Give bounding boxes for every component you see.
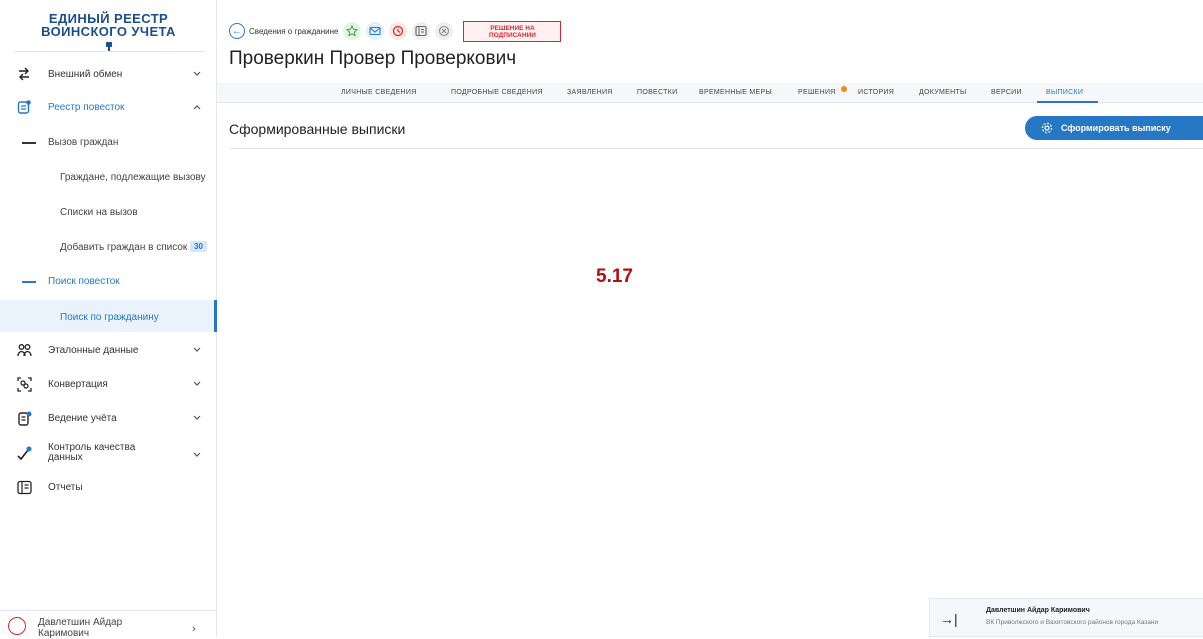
exchange-arrows-icon: [16, 66, 32, 82]
user-avatar-icon: [8, 617, 26, 635]
quality-check-icon: [16, 445, 32, 461]
sidebar-item-label: Внешний обмен: [48, 68, 123, 80]
mail-icon[interactable]: [366, 22, 385, 40]
sidebar-item-citizens-to-call[interactable]: Граждане, подлежащие вызову: [60, 172, 206, 183]
generate-statement-button[interactable]: Сформировать выписку: [1025, 116, 1203, 140]
sidebar-item-data-quality[interactable]: Контроль качества данных: [0, 442, 217, 464]
tab-personal-info[interactable]: ЛИЧНЫЕ СВЕДЕНИЯ: [341, 89, 417, 96]
dash-icon: [22, 281, 36, 283]
user-profile[interactable]: Давлетшин Айдар Каримович ›: [0, 610, 217, 639]
active-tab-indicator: [1037, 101, 1098, 103]
sidebar-item-conversion[interactable]: Конвертация: [0, 376, 217, 392]
sidebar-item-label: Реестр повесток: [48, 101, 125, 113]
people-group-icon: [16, 342, 32, 358]
tab-detailed-info[interactable]: ПОДРОБНЫЕ СВЕДЕНИЯ: [451, 89, 543, 96]
tab-bar: ЛИЧНЫЕ СВЕДЕНИЯ ПОДРОБНЫЕ СВЕДЕНИЯ ЗАЯВЛ…: [217, 83, 1203, 103]
clock-icon[interactable]: [389, 22, 408, 40]
section-title: Сформированные выписки: [229, 121, 406, 137]
ledger-icon: [16, 410, 32, 426]
brand-divider: [14, 51, 204, 52]
report-book-icon: [16, 479, 32, 495]
sidebar-item-add-citizens[interactable]: Добавить граждан в список: [60, 242, 187, 253]
page-title: Проверкин Провер Проверкович: [229, 48, 517, 69]
status-badge: РЕШЕНИЕ НА ПОДПИСАНИИ: [463, 20, 562, 42]
tab-notices[interactable]: ПОВЕСТКИ: [637, 89, 677, 96]
footer-user-name: Давлетшин Айдар Каримович: [986, 607, 1090, 614]
convert-scan-icon: [16, 376, 32, 392]
footer-org: ВК Приволжского и Вахитовского районов г…: [986, 619, 1159, 626]
tab-statements[interactable]: ВЫПИСКИ: [1046, 89, 1083, 96]
book-icon[interactable]: [412, 22, 431, 40]
toolbar: ← Сведения о гражданине РЕШЕНИЕ НА ПОДПИ…: [229, 20, 562, 42]
sidebar-item-notice-search[interactable]: Поиск повесток: [48, 276, 120, 287]
cancel-icon[interactable]: [435, 22, 454, 40]
chevron-down-icon: [192, 413, 202, 423]
star-icon[interactable]: [343, 22, 362, 40]
sidebar-item-notice-registry[interactable]: Реестр повесток: [0, 99, 217, 115]
sidebar: ЕДИНЫЙ РЕЕСТР ВОИНСКОГО УЧЕТА Внешний об…: [0, 0, 217, 639]
sidebar-item-label: Контроль качества данных: [48, 442, 136, 463]
generate-statement-label: Сформировать выписку: [1061, 123, 1171, 133]
main-content: ← Сведения о гражданине РЕШЕНИЕ НА ПОДПИ…: [217, 0, 1203, 637]
chevron-down-icon: [192, 69, 202, 79]
count-badge: 30: [190, 241, 207, 252]
dash-icon: [22, 142, 36, 144]
breadcrumb: Сведения о гражданине: [249, 26, 339, 36]
user-info-card: →| Давлетшин Айдар Каримович ВК Приволжс…: [929, 598, 1203, 637]
brand-title: ЕДИНЫЙ РЕЕСТР ВОИНСКОГО УЧЕТА: [41, 11, 176, 39]
tab-decisions[interactable]: РЕШЕНИЯ: [798, 89, 836, 96]
chevron-down-icon: [192, 345, 202, 355]
sidebar-item-citizen-call[interactable]: Вызов граждан: [48, 137, 118, 148]
sidebar-item-accounting[interactable]: Ведение учёта: [0, 410, 217, 426]
sidebar-item-label: Отчеты: [48, 481, 83, 493]
back-arrow-icon[interactable]: ←: [229, 23, 245, 39]
chevron-down-icon: [192, 450, 202, 460]
sidebar-item-label: Конвертация: [48, 378, 108, 390]
tab-history[interactable]: ИСТОРИЯ: [858, 89, 894, 96]
sidebar-item-reference-data[interactable]: Эталонные данные: [0, 342, 217, 358]
tab-applications[interactable]: ЗАЯВЛЕНИЯ: [567, 89, 613, 96]
notice-document-icon: [16, 99, 32, 115]
sidebar-item-reports[interactable]: Отчеты: [0, 479, 217, 495]
tab-versions[interactable]: ВЕРСИИ: [991, 89, 1022, 96]
notification-dot: [841, 86, 847, 92]
tab-temporary-measures[interactable]: ВРЕМЕННЫЕ МЕРЫ: [699, 89, 772, 96]
sidebar-item-label: Ведение учёта: [48, 412, 117, 424]
collapse-arrow-icon[interactable]: →|: [940, 611, 958, 627]
gear-icon: [1041, 122, 1053, 134]
chevron-right-icon: ›: [192, 623, 196, 635]
tab-documents[interactable]: ДОКУМЕНТЫ: [919, 89, 967, 96]
section-divider: [229, 148, 1203, 149]
overlay-marker: 5.17: [596, 266, 633, 287]
sidebar-item-external-exchange[interactable]: Внешний обмен: [0, 66, 217, 82]
chevron-up-icon: [192, 102, 202, 112]
sidebar-item-label: Эталонные данные: [48, 344, 139, 356]
user-name: Давлетшин Айдар Каримович: [38, 617, 123, 639]
sidebar-item-search-by-citizen[interactable]: Поиск по гражданину: [60, 312, 159, 323]
sidebar-item-call-lists[interactable]: Списки на вызов: [60, 207, 138, 218]
chevron-down-icon: [192, 379, 202, 389]
